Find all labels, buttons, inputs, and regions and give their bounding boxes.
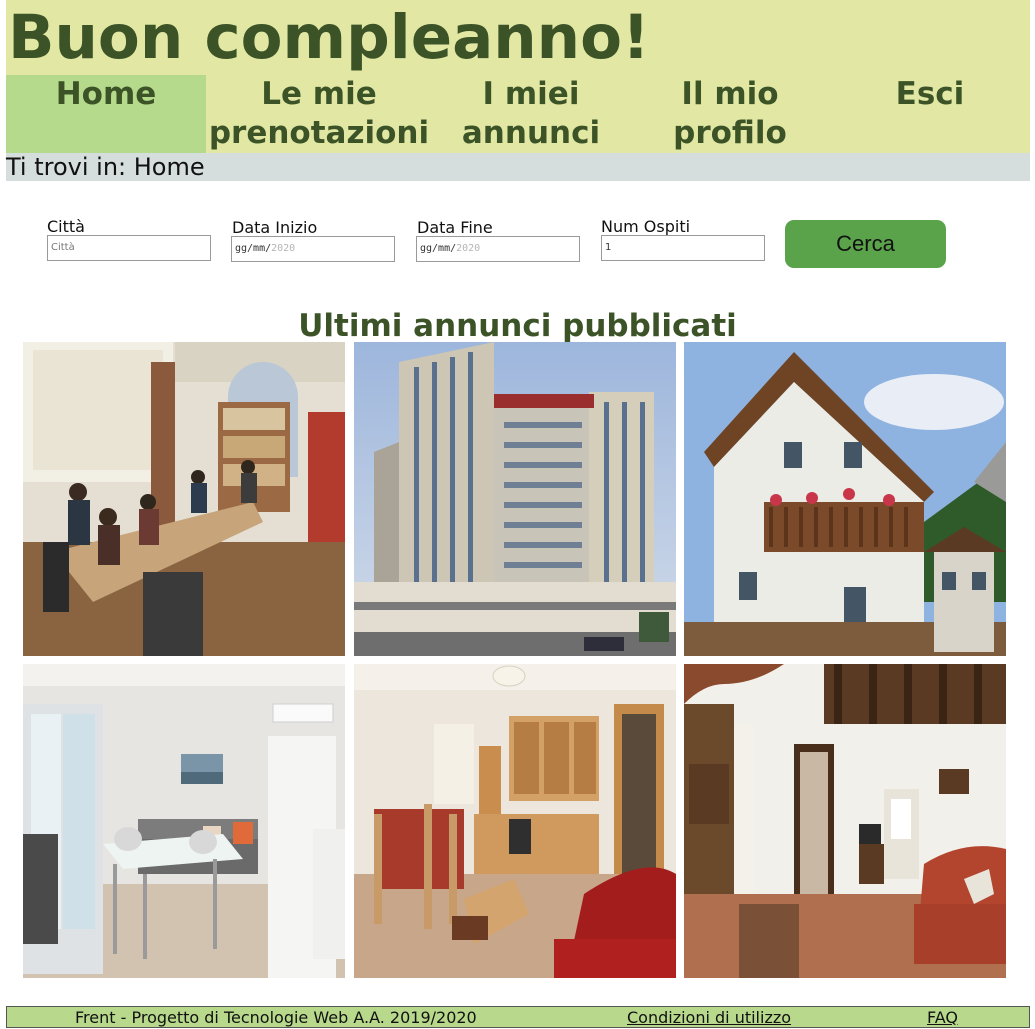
nav-item-my-bookings[interactable]: Le mie prenotazioni [206, 75, 432, 153]
nav-item-my-profile[interactable]: Il mio profilo [630, 75, 830, 153]
listings-title: Ultimi annunci pubblicati [298, 308, 737, 344]
faq-link[interactable]: FAQ [927, 1008, 958, 1027]
guests-label: Num Ospiti [601, 217, 691, 236]
nav-item-label: prenotazioni [208, 115, 430, 151]
site-header: Buon compleanno! Home Le mie prenotazion… [6, 0, 1030, 153]
listing-card-1[interactable] [23, 342, 345, 656]
nav-item-home[interactable]: Home [6, 75, 206, 153]
listing-card-3[interactable] [684, 342, 1006, 656]
beamed-living-room-photo [684, 664, 1006, 978]
nav-item-home-label: Home [55, 76, 157, 112]
city-input[interactable]: Città [47, 235, 211, 261]
start-date-year: 2020 [271, 243, 296, 254]
study-room-photo [23, 342, 345, 656]
start-date-label: Data Inizio [232, 218, 318, 237]
nav-item-label: I miei [482, 76, 580, 112]
start-date-format: gg/mm/ [235, 243, 272, 254]
site-footer: Frent - Progetto di Tecnologie Web A.A. … [6, 1006, 1030, 1028]
modern-living-room-photo [23, 664, 345, 978]
nav-item-label: profilo [673, 115, 787, 151]
city-placeholder: Città [51, 242, 75, 253]
start-date-input[interactable]: gg/mm/2020 [231, 236, 395, 262]
guests-value: 1 [605, 242, 612, 253]
listing-card-4[interactable] [23, 664, 345, 978]
listing-card-5[interactable] [354, 664, 676, 978]
nav-item-label: Le mie [261, 76, 377, 112]
end-date-format: gg/mm/ [420, 243, 457, 254]
city-label: Città [47, 217, 85, 236]
nav-item-label: annunci [461, 115, 601, 151]
alpine-chalet-photo [684, 342, 1006, 656]
nav-item-logout[interactable]: Esci [830, 75, 1030, 153]
search-button[interactable]: Cerca [785, 220, 946, 268]
breadcrumb: Ti trovi in: Home [6, 153, 1030, 181]
footer-credits: Frent - Progetto di Tecnologie Web A.A. … [75, 1008, 477, 1027]
end-date-label: Data Fine [417, 218, 493, 237]
main-nav: Home Le mie prenotazioni I miei annunci … [6, 75, 1030, 153]
listing-card-6[interactable] [684, 664, 1006, 978]
end-date-year: 2020 [456, 243, 481, 254]
end-date-input[interactable]: gg/mm/2020 [416, 236, 580, 262]
terms-link[interactable]: Condizioni di utilizzo [627, 1008, 791, 1027]
nav-item-my-listings[interactable]: I miei annunci [432, 75, 630, 153]
guests-input[interactable]: 1 [601, 235, 765, 261]
nav-item-label: Il mio [681, 76, 779, 112]
nav-item-label: Esci [895, 76, 965, 112]
residence-tower-photo [354, 342, 676, 656]
wooden-kitchen-photo [354, 664, 676, 978]
page-title: Buon compleanno! [8, 2, 650, 73]
listing-card-2[interactable] [354, 342, 676, 656]
